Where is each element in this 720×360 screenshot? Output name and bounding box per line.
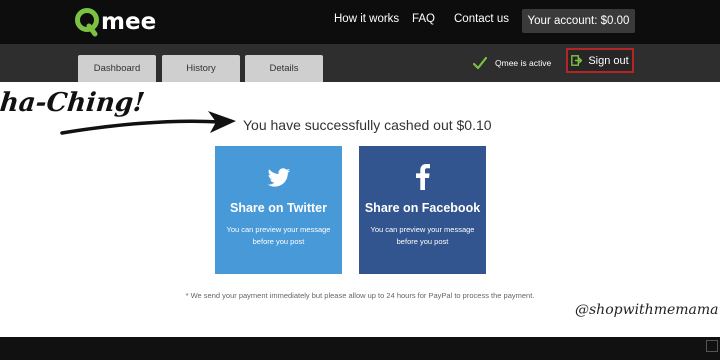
- logo-text: mee: [101, 9, 157, 35]
- twitter-icon-wrap: [215, 168, 342, 188]
- qmee-q-logo-icon: [75, 8, 99, 37]
- share-twitter-title: Share on Twitter: [229, 201, 327, 215]
- nav-faq[interactable]: FAQ: [412, 13, 435, 25]
- status-label: Qmee is active: [495, 58, 552, 68]
- your-account-button[interactable]: Your account: $0.00: [522, 9, 635, 33]
- payment-footnote: * We send your payment immediately but p…: [185, 291, 535, 300]
- qmee-active-status: Qmee is active: [473, 54, 551, 72]
- corner-square-icon: [706, 340, 718, 352]
- nav-how-it-works[interactable]: How it works: [334, 13, 399, 25]
- twitter-bird-icon: [267, 168, 290, 187]
- share-twitter-subtitle: You can preview your message before you …: [226, 225, 331, 246]
- bottom-bar: [0, 337, 720, 360]
- sign-out-button[interactable]: Sign out: [566, 48, 634, 73]
- share-facebook-subtitle: You can preview your message before you …: [370, 225, 475, 246]
- checkmark-icon: [473, 56, 487, 70]
- success-message: You have successfully cashed out $0.10: [243, 117, 492, 133]
- facebook-f-icon: [415, 164, 430, 190]
- share-on-facebook-button[interactable]: Share on Facebook You can preview your m…: [359, 146, 486, 274]
- top-navbar: mee How it works FAQ Contact us Your acc…: [0, 0, 720, 44]
- qmee-logo[interactable]: mee: [74, 4, 156, 40]
- facebook-icon-wrap: [359, 164, 486, 190]
- annotation-arrow: [60, 111, 236, 135]
- signout-icon: [571, 55, 583, 66]
- tab-details[interactable]: Details: [245, 55, 323, 82]
- tab-history[interactable]: History: [162, 55, 240, 82]
- nav-contact-us[interactable]: Contact us: [454, 13, 509, 25]
- share-facebook-title: Share on Facebook: [364, 201, 481, 215]
- share-on-twitter-button[interactable]: Share on Twitter You can preview your me…: [215, 146, 342, 274]
- tab-dashboard[interactable]: Dashboard: [78, 55, 156, 82]
- watermark: @shopwithmemama: [575, 302, 719, 318]
- sign-out-label: Sign out: [588, 54, 629, 67]
